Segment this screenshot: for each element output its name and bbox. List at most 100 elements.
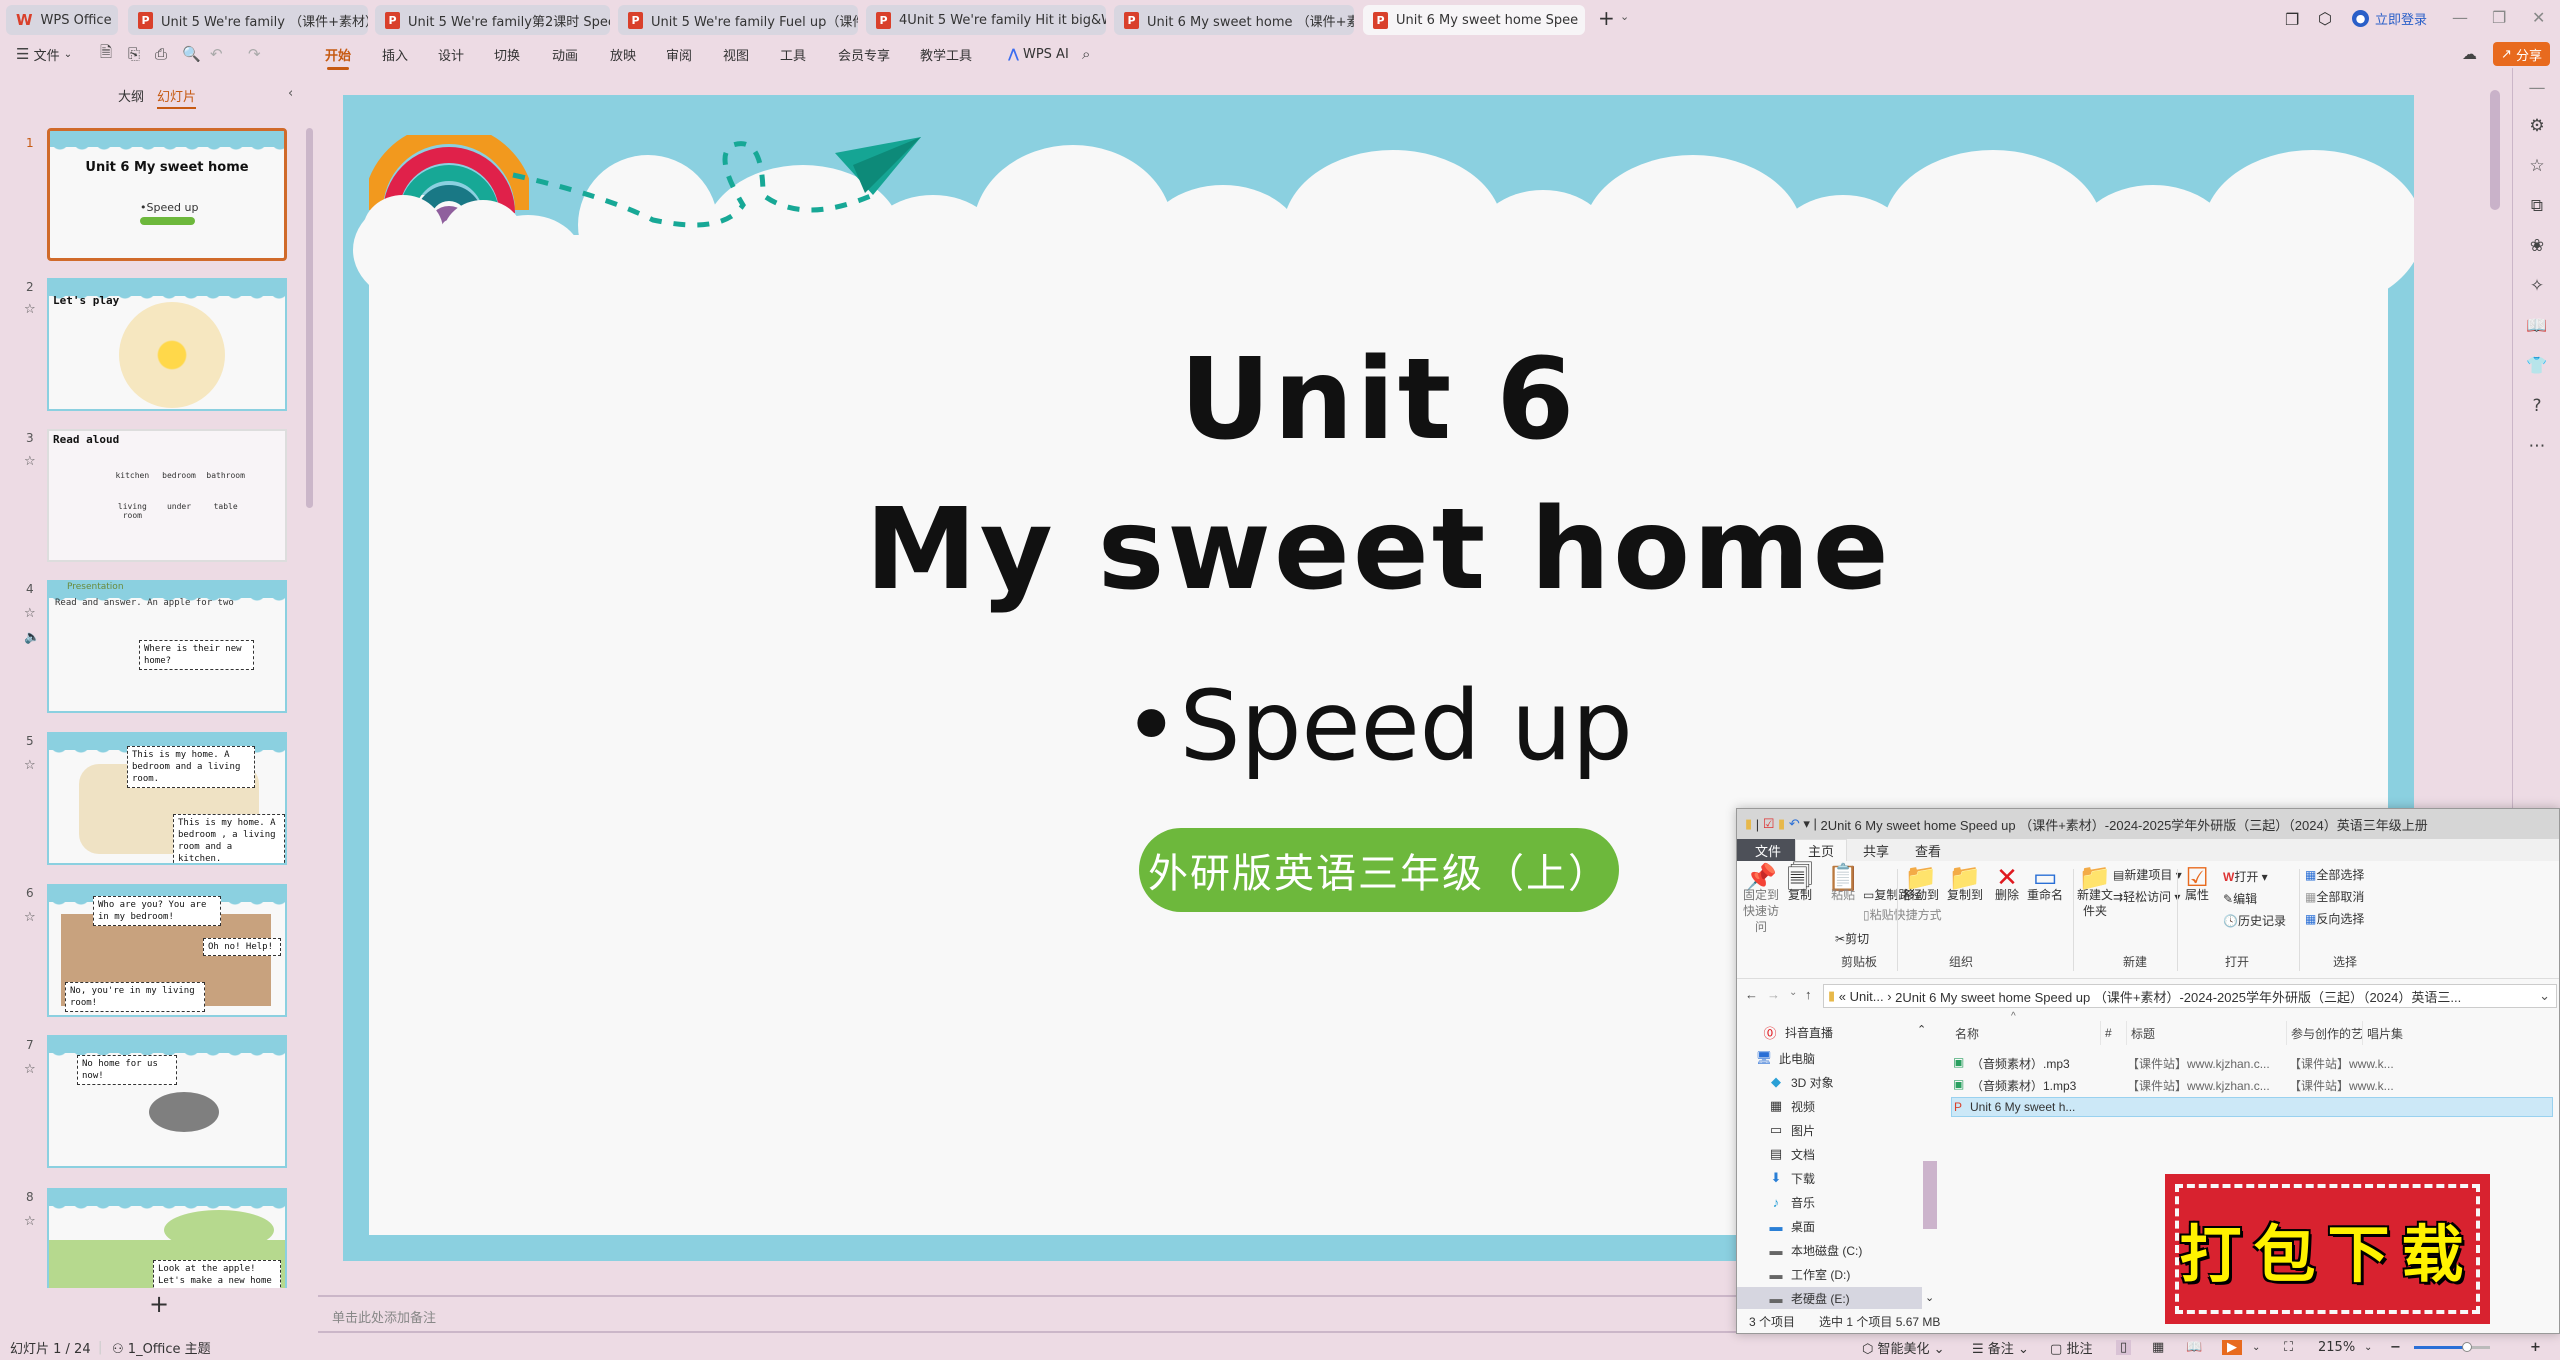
window-layout-icon[interactable]: ❐ <box>2285 10 2299 29</box>
tab-slides[interactable]: 幻灯片 <box>157 86 197 109</box>
menu-review[interactable]: 审阅 <box>666 40 692 68</box>
restore-button[interactable]: ❐ <box>2492 8 2506 27</box>
explorer-tab-view[interactable]: 查看 <box>1903 839 1953 861</box>
menu-animation[interactable]: 动画 <box>552 40 578 68</box>
nav-item[interactable]: ⓪ 抖音直播 <box>1761 1021 1833 1043</box>
animation-icon[interactable]: ☆ <box>2513 156 2560 176</box>
nav-item[interactable]: ▬ 工作室 (D:) <box>1767 1263 1851 1285</box>
menu-home[interactable]: 开始 <box>325 40 351 70</box>
menu-teaching-tools[interactable]: 教学工具 <box>920 40 972 68</box>
play-slideshow-button[interactable]: ▶ <box>2222 1340 2242 1355</box>
tab-outline[interactable]: 大纲 <box>118 86 144 105</box>
undo-icon[interactable]: ↶ <box>1789 816 1800 832</box>
copy-button[interactable]: 🗐 复制 <box>1787 864 1813 903</box>
tab-document[interactable]: P Unit 5 We're family Fuel up（课件+ <box>618 5 858 35</box>
notes-toggle-button[interactable]: ☰ 备注 ⌄ <box>1972 1338 2029 1357</box>
zoom-level[interactable]: 215% <box>2318 1340 2355 1355</box>
theme-icon[interactable]: 👕 <box>2513 356 2560 376</box>
column-number[interactable]: # <box>2101 1021 2127 1045</box>
zoom-slider[interactable] <box>2414 1342 2490 1352</box>
rename-button[interactable]: ▭ 重命名 <box>2027 864 2063 903</box>
file-menu[interactable]: ☰ 文件 ⌄ <box>16 40 72 68</box>
reading-icon[interactable]: 📖 <box>2513 316 2560 336</box>
animation-star-icon[interactable]: ☆ <box>24 910 36 925</box>
up-icon[interactable]: ↑ <box>1805 987 1812 1002</box>
nav-scrollbar[interactable] <box>1923 1161 1937 1229</box>
slide-thumbnail-6[interactable]: Who are you? You are in my bedroom! Oh n… <box>47 884 287 1017</box>
explorer-tab-file[interactable]: 文件 <box>1737 839 1800 861</box>
comments-button[interactable]: ▢ 批注 <box>2050 1338 2092 1357</box>
magic-wand-icon[interactable]: ✧ <box>2513 276 2560 296</box>
nav-item[interactable]: ◆ 3D 对象 <box>1767 1071 1834 1093</box>
properties-button[interactable]: ☑ 属性 <box>2185 864 2209 903</box>
slide-thumbnail-8[interactable]: Look at the apple! Let's make a new home… <box>47 1188 287 1288</box>
print-preview-icon[interactable]: 🔍 <box>182 40 201 68</box>
menu-slideshow[interactable]: 放映 <box>610 40 636 68</box>
nav-item[interactable]: ▬ 本地磁盘 (C:) <box>1767 1239 1863 1261</box>
slide-thumbnail-3[interactable]: Read aloud kitchen bedroom bathroom livi… <box>47 429 287 562</box>
properties-icon[interactable]: ☑ <box>1763 816 1775 832</box>
open-button[interactable]: W打开 ▾ <box>2223 869 2268 885</box>
explorer-tab-share[interactable]: 共享 <box>1851 839 1901 861</box>
textbook-badge[interactable]: 外研版英语三年级（上） <box>1139 828 1619 912</box>
nav-item[interactable]: 🖥 此电脑 <box>1755 1047 1815 1069</box>
chevron-down-icon[interactable]: ⌄ <box>2364 1342 2372 1353</box>
add-slide-button[interactable]: + <box>0 1290 318 1320</box>
file-row[interactable]: ▣ （音频素材）1.mp3 【课件站】www.kjzhan.c... 【课件站】… <box>1951 1075 2559 1095</box>
zoom-slider-handle[interactable] <box>2462 1342 2473 1352</box>
share-button[interactable]: ↗ 分享 <box>2493 42 2551 66</box>
forward-icon[interactable]: → <box>1767 987 1780 1002</box>
search-icon[interactable]: ⌕ <box>1082 40 1090 68</box>
tab-document[interactable]: P Unit 6 My sweet home （课件+素 <box>1114 5 1354 35</box>
collapse-icon[interactable]: — <box>2513 78 2560 98</box>
zoom-out-button[interactable]: − <box>2390 1340 2401 1355</box>
chevron-down-icon[interactable]: ⌄ <box>2252 1342 2260 1353</box>
audio-icon[interactable]: 🔈 <box>24 630 40 645</box>
menu-member[interactable]: 会员专享 <box>838 40 890 68</box>
slide-panel-scrollbar[interactable] <box>306 128 313 508</box>
slide-thumbnail-1[interactable]: Unit 6 My sweet home •Speed up <box>47 128 287 261</box>
download-package-stamp[interactable]: 打包下载 <box>2165 1174 2490 1324</box>
nav-item[interactable]: ▤ 文档 <box>1767 1143 1815 1165</box>
transition-icon[interactable]: ⧉ <box>2513 196 2560 216</box>
collapse-up-icon[interactable]: ⌃ <box>1917 1023 1926 1036</box>
animation-star-icon[interactable]: ☆ <box>24 1214 36 1229</box>
new-item-button[interactable]: ▤新建项目 ▾ <box>2113 867 2182 883</box>
explorer-tab-home[interactable]: 主页 <box>1795 839 1848 861</box>
explorer-titlebar[interactable]: ▮ | ☑ ▮ ↶ ▾ | 2Unit 6 My sweet home Spee… <box>1737 809 2559 839</box>
history-button[interactable]: 🕓历史记录 <box>2223 913 2286 929</box>
select-none-button[interactable]: ▦全部取消 <box>2305 889 2364 905</box>
animation-star-icon[interactable]: ☆ <box>24 1062 36 1077</box>
slide-title-topic[interactable]: My sweet home <box>343 485 2414 615</box>
column-artist[interactable]: 参与创作的艺术家 <box>2287 1021 2363 1045</box>
delete-button[interactable]: ✕ 删除 <box>1995 864 2019 903</box>
print-icon[interactable]: ⎙ <box>155 40 167 68</box>
slide-thumbnail-5[interactable]: This is my home. A bedroom and a living … <box>47 732 287 865</box>
tab-document[interactable]: P 4Unit 5 We're family Hit it big&Wr <box>866 5 1106 35</box>
easy-access-button[interactable]: ⇉轻松访问 ▾ <box>2113 889 2180 905</box>
menu-design[interactable]: 设计 <box>438 40 464 68</box>
slide-sorter-icon[interactable]: ▦ <box>2152 1340 2164 1355</box>
nav-item-selected[interactable]: ▬ 老硬盘 (E:) <box>1737 1287 1922 1309</box>
animation-star-icon[interactable]: ☆ <box>24 758 36 773</box>
collapse-panel-icon[interactable]: ‹ <box>288 86 293 101</box>
background-icon[interactable]: ❀ <box>2513 236 2560 256</box>
move-to-button[interactable]: 📁 移动到 <box>1903 864 1939 903</box>
slide-scrollbar[interactable] <box>2490 90 2500 210</box>
nav-item[interactable]: ♪ 音乐 <box>1767 1191 1815 1213</box>
zoom-in-button[interactable]: + <box>2530 1340 2541 1355</box>
column-name[interactable]: 名称 <box>1951 1021 2101 1045</box>
copy-to-button[interactable]: 📁 复制到 <box>1947 864 1983 903</box>
save-icon[interactable]: 🗎 <box>100 40 112 68</box>
edit-button[interactable]: ✎编辑 <box>2223 891 2257 907</box>
tab-document[interactable]: P Unit 5 We're family （课件+素材） <box>128 5 368 35</box>
paste-shortcut-button[interactable]: ▯粘贴快捷方式 <box>1863 907 1942 923</box>
tab-wps-office[interactable]: W WPS Office <box>6 5 118 35</box>
cloud-upload-icon[interactable]: ☁ <box>2462 40 2477 68</box>
column-album[interactable]: 唱片集 <box>2363 1021 2423 1045</box>
column-title[interactable]: 标题 <box>2127 1021 2287 1045</box>
paste-button[interactable]: 📋 粘贴 <box>1827 864 1859 903</box>
new-folder-button[interactable]: 📁 新建文件夹 <box>2077 864 2113 919</box>
menu-view[interactable]: 视图 <box>723 40 749 68</box>
normal-view-icon[interactable]: ▯ <box>2116 1340 2132 1355</box>
